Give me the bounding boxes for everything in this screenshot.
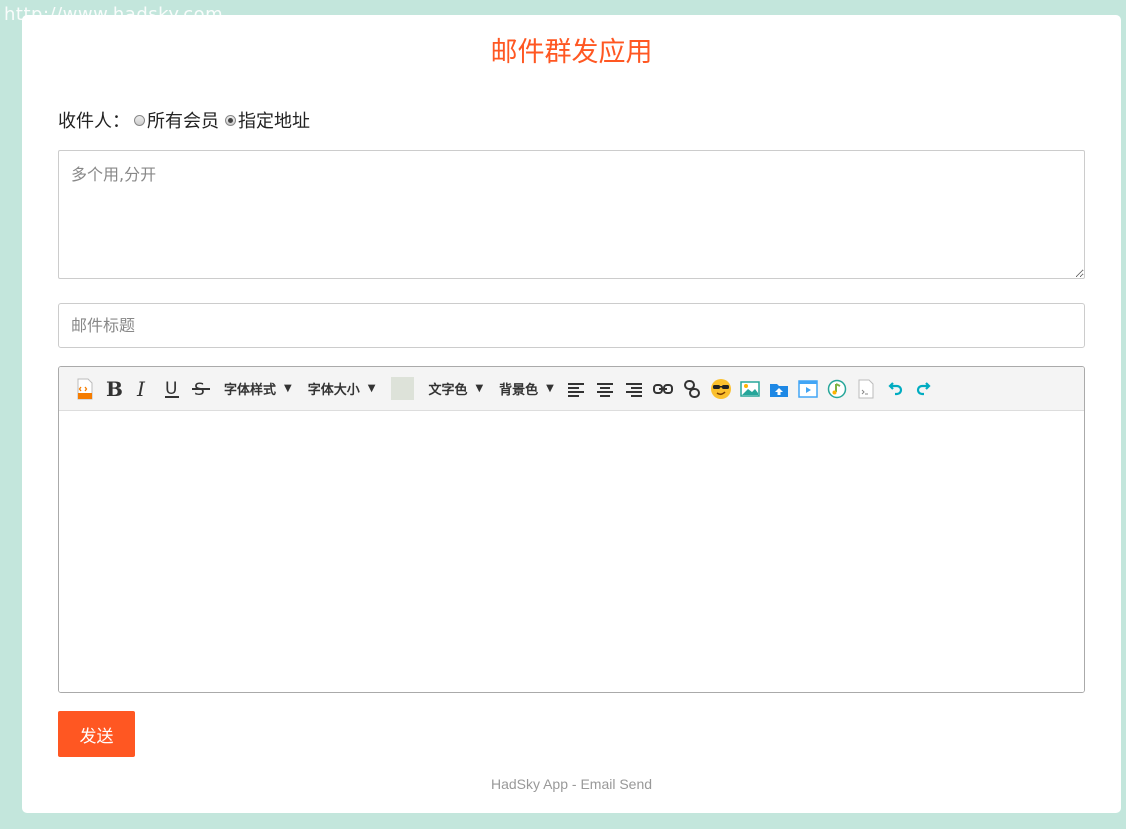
radio-specified-address-label[interactable]: 指定地址 bbox=[238, 107, 310, 133]
email-form-card: 邮件群发应用 收件人： 所有会员 指定地址 B I U bbox=[22, 15, 1121, 813]
undo-icon[interactable] bbox=[883, 376, 907, 402]
address-textarea[interactable] bbox=[58, 150, 1085, 279]
underline-icon[interactable]: U bbox=[160, 376, 184, 402]
svg-text:I: I bbox=[136, 379, 146, 399]
chevron-down-icon: ▼ bbox=[367, 383, 376, 394]
strikethrough-icon[interactable]: S bbox=[189, 376, 213, 402]
footer-text: HadSky App - Email Send bbox=[490, 776, 653, 792]
align-left-icon[interactable] bbox=[564, 376, 588, 402]
redo-icon[interactable] bbox=[912, 376, 936, 402]
align-center-icon[interactable] bbox=[593, 376, 617, 402]
rich-text-editor: B I U S 字体样式 ▼ 字体大小 ▼ 文字色 ▼ bbox=[58, 366, 1085, 693]
text-color-dropdown[interactable]: 文字色 ▼ bbox=[428, 379, 483, 398]
page-title: 邮件群发应用 bbox=[490, 37, 653, 68]
upload-icon[interactable] bbox=[767, 376, 791, 402]
italic-icon[interactable]: I bbox=[131, 376, 155, 402]
svg-text:B: B bbox=[106, 379, 123, 399]
html-icon[interactable] bbox=[73, 376, 97, 402]
chevron-down-icon: ▼ bbox=[546, 383, 554, 394]
link-icon[interactable] bbox=[651, 376, 675, 402]
align-right-icon[interactable] bbox=[622, 376, 646, 402]
font-size-label: 字体大小 bbox=[307, 383, 360, 398]
bg-color-dropdown[interactable]: 背景色 ▼ bbox=[499, 379, 554, 398]
recipient-label: 收件人： bbox=[58, 111, 130, 132]
image-icon[interactable] bbox=[738, 376, 762, 402]
radio-specified-address[interactable] bbox=[225, 114, 236, 126]
color-swatch[interactable] bbox=[391, 377, 415, 400]
unlink-icon[interactable] bbox=[680, 376, 704, 402]
font-style-label: 字体样式 bbox=[224, 383, 277, 398]
text-color-label: 文字色 bbox=[428, 383, 468, 398]
recipient-selector: 收件人： 所有会员 指定地址 bbox=[58, 108, 312, 132]
chevron-down-icon: ▼ bbox=[284, 383, 292, 394]
send-button[interactable]: 发送 bbox=[58, 711, 135, 757]
radio-all-members[interactable] bbox=[134, 114, 145, 126]
editor-toolbar: B I U S 字体样式 ▼ 字体大小 ▼ 文字色 ▼ bbox=[59, 367, 1084, 411]
bg-color-label: 背景色 bbox=[499, 383, 539, 398]
code-icon[interactable] bbox=[854, 376, 878, 402]
font-size-dropdown[interactable]: 字体大小 ▼ bbox=[308, 379, 376, 398]
emoji-icon[interactable] bbox=[709, 376, 733, 402]
bold-icon[interactable]: B bbox=[102, 376, 126, 402]
video-icon[interactable] bbox=[796, 376, 820, 402]
music-icon[interactable] bbox=[825, 376, 849, 402]
editor-content-area[interactable] bbox=[59, 411, 1084, 692]
font-style-dropdown[interactable]: 字体样式 ▼ bbox=[224, 379, 292, 398]
radio-all-members-label[interactable]: 所有会员 bbox=[147, 107, 219, 133]
chevron-down-icon: ▼ bbox=[475, 383, 484, 394]
subject-input[interactable] bbox=[58, 303, 1085, 348]
